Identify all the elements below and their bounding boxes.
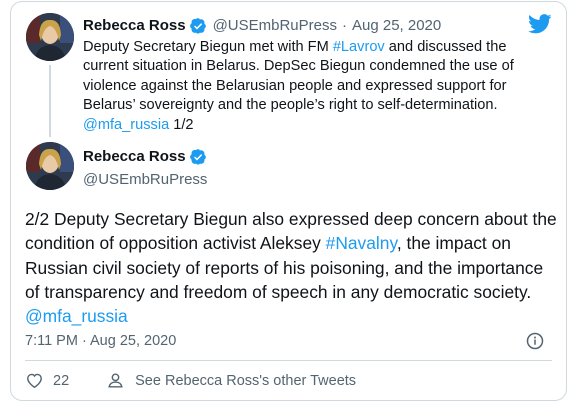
mention-link[interactable]: @mfa_russia: [83, 117, 169, 133]
other-tweets-label: See Rebecca Ross's other Tweets: [135, 372, 357, 389]
avatar-photo-icon: [26, 142, 74, 190]
quoted-tweet-text: Deputy Secretary Biegun met with FM #Lav…: [83, 38, 548, 135]
tweet-timestamp[interactable]: 7:11 PM · Aug 25, 2020: [25, 333, 176, 349]
person-icon: [108, 373, 123, 388]
mention-link[interactable]: @mfa_russia: [25, 306, 128, 326]
verified-badge-icon: [189, 18, 206, 34]
hashtag-link[interactable]: #Navalny: [326, 233, 397, 253]
tweet-embed-card: Rebecca Ross @USEmbRuPress · Aug 25, 202…: [10, 1, 567, 401]
heart-icon: [27, 373, 42, 389]
like-button[interactable]: 22: [25, 371, 106, 390]
hashtag-link[interactable]: #Lavrov: [333, 39, 385, 55]
other-tweets-link[interactable]: See Rebecca Ross's other Tweets: [106, 371, 356, 390]
verified-badge-icon: [189, 149, 206, 165]
thread-connector-line: [49, 65, 51, 137]
author-name[interactable]: Rebecca Ross: [83, 147, 186, 167]
divider: [25, 360, 552, 361]
dot-separator: ·: [342, 17, 347, 34]
main-tweet-header: Rebecca Ross @USEmbRuPress: [83, 147, 213, 190]
avatar-photo-icon: [26, 13, 74, 61]
quoted-text-part: Deputy Secretary Biegun met with FM: [83, 39, 333, 55]
quoted-tweet-header: Rebecca Ross @USEmbRuPress · Aug 25, 202…: [83, 16, 441, 36]
author-handle[interactable]: @USEmbRuPress: [83, 170, 213, 190]
author-name[interactable]: Rebecca Ross: [83, 16, 186, 36]
quoted-date[interactable]: Aug 25, 2020: [352, 16, 441, 36]
twitter-bird-icon[interactable]: [528, 14, 552, 34]
thread-counter: 1/2: [169, 116, 194, 133]
info-icon[interactable]: [526, 332, 544, 350]
author-handle[interactable]: @USEmbRuPress: [213, 16, 337, 36]
avatar[interactable]: [26, 142, 74, 190]
like-count: 22: [53, 372, 70, 389]
avatar[interactable]: [26, 13, 74, 61]
main-tweet-text: 2/2 Deputy Secretary Biegun also express…: [25, 207, 560, 328]
tweet-actions: 22 See Rebecca Ross's other Tweets: [25, 371, 356, 390]
